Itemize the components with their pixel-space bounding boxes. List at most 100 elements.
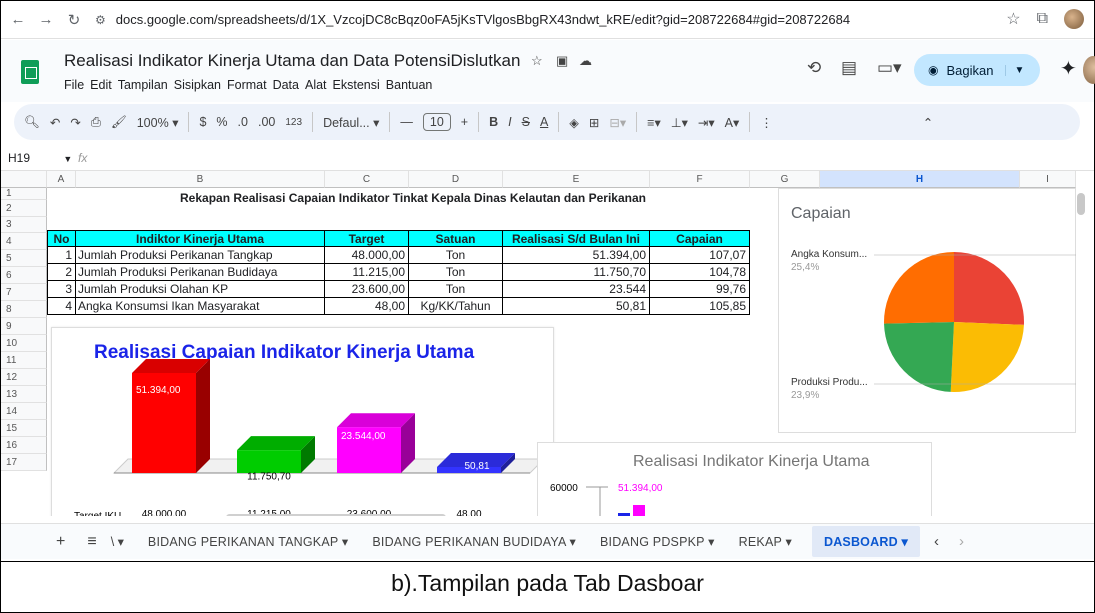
share-button[interactable]: ◉ Bagikan ▼ <box>914 54 1040 86</box>
undo-icon[interactable]: ↶ <box>50 115 60 130</box>
search-menus-icon[interactable]: 🔍︎ <box>24 115 40 130</box>
table-cell[interactable]: Jumlah Produksi Olahan KP <box>76 281 325 298</box>
menu-view[interactable]: Tampilan <box>118 78 168 92</box>
table-cell[interactable]: Ton <box>409 264 503 281</box>
font-size-decrease[interactable]: — <box>400 115 413 129</box>
font-select[interactable]: Defaul... ▾ <box>323 115 379 130</box>
tab-rekap[interactable]: REKAP ▾ <box>739 534 792 549</box>
menu-extensions[interactable]: Ekstensi <box>333 78 380 92</box>
table-cell[interactable]: 11.750,70 <box>503 264 650 281</box>
table-cell[interactable]: Jumlah Produksi Perikanan Tangkap <box>76 247 325 264</box>
table-cell[interactable]: 48,00 <box>325 298 409 315</box>
move-folder-icon[interactable]: ▣ <box>556 53 568 69</box>
scroll-tabs-left-icon[interactable]: ‹ <box>934 533 939 550</box>
table-header-cell[interactable]: Satuan <box>409 230 503 247</box>
tab-bidang-perikanan-tangkap[interactable]: BIDANG PERIKANAN TANGKAP ▾ <box>148 534 348 549</box>
row-header[interactable]: 10 <box>1 335 47 352</box>
redo-icon[interactable]: ↷ <box>70 115 80 130</box>
pie-chart[interactable]: Capaian Angka Konsum... 25,4% Produksi P… <box>778 188 1076 433</box>
table-cell[interactable]: 3 <box>47 281 76 298</box>
history-icon[interactable]: ⟲ <box>807 58 821 78</box>
share-dropdown-icon[interactable]: ▼ <box>1005 64 1024 76</box>
text-color-button[interactable]: A <box>540 115 548 129</box>
extensions-icon[interactable]: ⧉ <box>1037 10 1048 28</box>
row-header[interactable]: 17 <box>1 454 47 471</box>
site-info-icon[interactable]: ⚙ <box>95 13 106 27</box>
column-header[interactable]: E <box>503 171 650 188</box>
address-bar[interactable]: ⚙ docs.google.com/spreadsheets/d/1X_Vzco… <box>95 12 850 27</box>
row-header[interactable]: 13 <box>1 386 47 403</box>
column-header[interactable]: A <box>47 171 76 188</box>
select-all-corner[interactable] <box>1 171 47 188</box>
row-header[interactable]: 3 <box>1 217 47 233</box>
table-cell[interactable]: 99,76 <box>650 281 750 298</box>
percent-button[interactable]: % <box>216 115 227 129</box>
row-header[interactable]: 2 <box>1 200 47 217</box>
row-header[interactable]: 15 <box>1 420 47 437</box>
menu-data[interactable]: Data <box>273 78 299 92</box>
column-header[interactable]: F <box>650 171 750 188</box>
bold-button[interactable]: B <box>489 115 498 129</box>
vertical-scrollbar[interactable] <box>1077 193 1085 215</box>
document-title[interactable]: Realisasi Indikator Kinerja Utama dan Da… <box>64 51 520 71</box>
menu-insert[interactable]: Sisipkan <box>174 78 221 92</box>
back-icon[interactable]: ← <box>7 11 29 28</box>
column-header[interactable]: I <box>1020 171 1076 188</box>
table-cell[interactable]: 104,78 <box>650 264 750 281</box>
menu-help[interactable]: Bantuan <box>386 78 433 92</box>
row-header[interactable]: 6 <box>1 267 47 284</box>
column-header[interactable]: G <box>750 171 820 188</box>
row-header[interactable]: 8 <box>1 301 47 318</box>
row-header[interactable]: 5 <box>1 250 47 267</box>
table-cell[interactable]: Kg/KK/Tahun <box>409 298 503 315</box>
menu-edit[interactable]: Edit <box>90 78 112 92</box>
table-cell[interactable]: 50,81 <box>503 298 650 315</box>
table-cell[interactable]: 4 <box>47 298 76 315</box>
more-formats-button[interactable]: 123 <box>285 117 302 128</box>
name-box[interactable]: H19 ▼ <box>8 151 78 165</box>
paint-format-icon[interactable]: 🖌︎ <box>111 115 127 130</box>
collapse-toolbar-icon[interactable]: ⌃ <box>923 115 933 130</box>
borders-icon[interactable]: ⊞ <box>589 115 599 130</box>
sheets-logo-icon[interactable] <box>21 60 39 84</box>
strikethrough-button[interactable]: S <box>522 115 530 129</box>
cloud-status-icon[interactable]: ☁ <box>579 53 592 69</box>
table-cell[interactable]: Ton <box>409 247 503 264</box>
italic-button[interactable]: I <box>508 115 511 129</box>
star-icon[interactable]: ☆ <box>531 53 543 69</box>
table-cell[interactable]: Jumlah Produksi Perikanan Budidaya <box>76 264 325 281</box>
more-options-icon[interactable]: ⋮ <box>760 115 773 130</box>
fill-color-icon[interactable]: ◈ <box>569 115 579 130</box>
meet-icon[interactable]: ▭▾ <box>877 58 902 78</box>
column-header[interactable]: C <box>325 171 409 188</box>
row-header[interactable]: 12 <box>1 369 47 386</box>
vertical-align-icon[interactable]: ⊥▾ <box>671 115 688 130</box>
table-header-cell[interactable]: Realisasi S/d Bulan Ini <box>503 230 650 247</box>
tab-dasboard[interactable]: DASBOARD ▾ <box>811 526 920 557</box>
table-cell[interactable]: 48.000,00 <box>325 247 409 264</box>
gemini-spark-icon[interactable]: ✦ <box>1060 56 1077 81</box>
table-cell[interactable]: 2 <box>47 264 76 281</box>
row-header[interactable]: 14 <box>1 403 47 420</box>
currency-button[interactable]: $ <box>199 115 206 129</box>
increase-decimal-button[interactable]: .00 <box>258 115 275 129</box>
horizontal-align-icon[interactable]: ≡▾ <box>647 115 661 130</box>
all-sheets-icon[interactable]: ≡ <box>87 533 96 551</box>
profile-avatar[interactable] <box>1064 9 1084 29</box>
scroll-tabs-right-icon[interactable]: › <box>959 533 964 550</box>
text-rotate-icon[interactable]: A▾ <box>725 115 740 130</box>
spreadsheet-grid[interactable]: A B C D E F G H I 1 2 3 4 5 6 7 8 9 10 11 12 13 14 15 1… <box>1 171 1076 516</box>
row-header[interactable]: 1 <box>1 188 47 200</box>
row-header[interactable]: 9 <box>1 318 47 335</box>
table-cell[interactable]: Angka Konsumsi Ikan Masyarakat <box>76 298 325 315</box>
table-header-cell[interactable]: Indiktor Kinerja Utama <box>76 230 325 247</box>
bookmark-star-icon[interactable]: ☆ <box>1006 9 1020 29</box>
table-cell[interactable]: 105,85 <box>650 298 750 315</box>
decrease-decimal-button[interactable]: .0 <box>238 115 248 129</box>
comments-icon[interactable]: ▤ <box>841 58 857 78</box>
reload-icon[interactable]: ↻ <box>63 11 85 29</box>
hidden-tab-stub[interactable]: \ ▾ <box>111 534 124 549</box>
print-icon[interactable]: ⎙ <box>91 115 101 130</box>
menu-file[interactable]: File <box>64 78 84 92</box>
column-header-selected[interactable]: H <box>820 171 1020 188</box>
